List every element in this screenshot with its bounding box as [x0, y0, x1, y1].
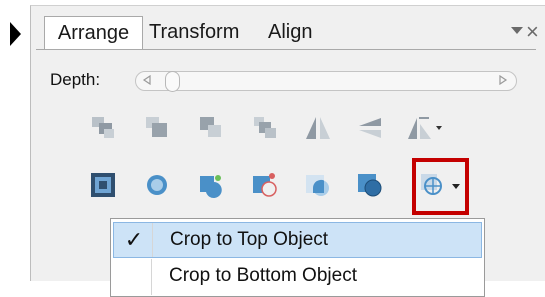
subtract-shapes-icon[interactable]	[250, 170, 280, 200]
tab-arrange[interactable]: Arrange	[44, 16, 143, 50]
flip-vertical-icon[interactable]	[355, 113, 385, 143]
panel-pointer-icon	[10, 22, 21, 46]
menu-item-label: Crop to Bottom Object	[169, 265, 357, 286]
rotate-dropdown-icon[interactable]	[405, 113, 443, 143]
bring-forward-icon[interactable]	[88, 113, 118, 143]
send-to-back-icon[interactable]	[250, 113, 280, 143]
bring-to-front-icon[interactable]	[142, 113, 172, 143]
menu-item-crop-to-bottom-object[interactable]: Crop to Bottom Object	[113, 259, 482, 295]
slider-left-arrow-icon[interactable]	[142, 75, 152, 85]
tab-transform[interactable]: Transform	[149, 16, 239, 49]
intersect-shapes-icon[interactable]	[303, 170, 333, 200]
menu-gutter-divider	[152, 223, 153, 257]
slider-right-arrow-icon[interactable]	[498, 75, 508, 85]
checkmark-icon: ✓	[124, 227, 144, 252]
crop-dropdown-menu: ✓ Crop to Top Object Crop to Bottom Obje…	[110, 218, 485, 297]
chevron-down-icon[interactable]	[511, 27, 523, 34]
send-backward-icon[interactable]	[196, 113, 226, 143]
circle-shape-icon[interactable]	[142, 170, 172, 200]
slider-thumb[interactable]	[165, 71, 180, 92]
depth-slider[interactable]	[135, 71, 517, 91]
checkmark-icon	[119, 259, 147, 293]
tab-align[interactable]: Align	[268, 16, 312, 49]
menu-item-label: Crop to Top Object	[170, 229, 329, 250]
annotation-highlight-box	[412, 158, 469, 215]
menu-gutter-divider	[151, 259, 152, 295]
flip-horizontal-icon[interactable]	[303, 113, 333, 143]
convert-to-shape-icon[interactable]	[88, 170, 118, 200]
depth-label: Depth:	[50, 70, 101, 89]
tab-divider	[36, 49, 536, 50]
combine-shapes-icon[interactable]	[196, 170, 226, 200]
menu-item-crop-to-top-object[interactable]: ✓ Crop to Top Object	[113, 222, 482, 258]
close-icon[interactable]: ×	[526, 15, 539, 48]
panel-tab-bar: Arrange Transform Align ×	[36, 15, 539, 50]
fragment-shapes-icon[interactable]	[355, 170, 385, 200]
